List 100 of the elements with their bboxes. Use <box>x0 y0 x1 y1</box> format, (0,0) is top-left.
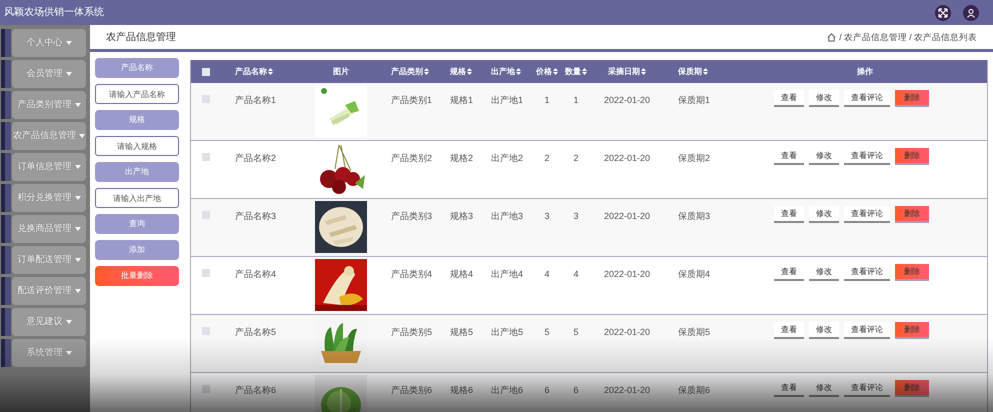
sidebar-item-marker <box>1 153 11 181</box>
table-cell: 出产地5 <box>491 327 524 337</box>
row-action-button[interactable]: 查看评论 <box>844 264 890 281</box>
table-cell: 产品名称2 <box>235 153 276 163</box>
row-action-button[interactable]: 查看 <box>774 264 804 281</box>
sidebar-item-marker <box>1 215 11 243</box>
caret-icon <box>66 351 72 355</box>
delete-button[interactable]: 删除 <box>895 206 929 223</box>
row-action-button[interactable]: 查看 <box>774 322 804 339</box>
search-field[interactable]: 请输入产品名称 <box>95 84 179 104</box>
caret-icon <box>79 134 85 138</box>
row-checkbox[interactable] <box>202 153 210 161</box>
table-cell: 保质期1 <box>678 95 710 105</box>
row-action-button[interactable]: 修改 <box>809 322 839 339</box>
table-cell: 出产地6 <box>491 385 524 395</box>
column-header[interactable]: 数量 <box>565 66 587 78</box>
search-field[interactable]: 请输入规格 <box>95 136 179 156</box>
row-checkbox[interactable] <box>202 269 210 277</box>
table-cell: 6 <box>544 385 550 395</box>
delete-button[interactable]: 删除 <box>895 90 929 107</box>
caret-icon <box>74 227 80 231</box>
row-action-button[interactable]: 查看 <box>774 90 804 107</box>
row-action-button[interactable]: 查看评论 <box>844 206 890 223</box>
column-header[interactable]: 操作 <box>857 66 873 78</box>
row-action-button[interactable]: 查看 <box>774 380 804 397</box>
caret-icon <box>74 196 80 200</box>
sidebar-item[interactable]: 订单信息管理 <box>12 153 86 181</box>
row-action-button[interactable]: 查看评论 <box>844 380 890 397</box>
column-header[interactable]: 规格 <box>450 66 472 78</box>
row-action-button[interactable]: 查看评论 <box>844 90 890 107</box>
delete-button[interactable]: 删除 <box>895 380 929 397</box>
column-header[interactable]: 产品名称 <box>235 66 273 78</box>
search-field[interactable]: 请输入出产地 <box>95 188 179 208</box>
table-cell: 产品类别3 <box>391 211 432 221</box>
table-cell: 保质期2 <box>678 153 710 163</box>
column-header[interactable]: 价格 <box>536 66 558 78</box>
table-cell: 1 <box>573 95 578 105</box>
column-header[interactable]: 出产地 <box>491 66 521 78</box>
table-cell: 2022-01-20 <box>604 153 650 163</box>
caret-icon <box>66 72 72 76</box>
sidebar-item[interactable]: 个人中心 <box>12 29 86 57</box>
row-action-button[interactable]: 查看评论 <box>844 322 890 339</box>
column-header[interactable]: 产品类别 <box>391 66 429 78</box>
row-action-button[interactable]: 修改 <box>809 206 839 223</box>
sidebar-item[interactable]: 订单配送管理 <box>12 246 86 274</box>
table-cell: 产品名称1 <box>235 95 276 105</box>
sidebar-item[interactable]: 积分兑换管理 <box>12 184 86 212</box>
caret-icon <box>74 289 80 293</box>
delete-button[interactable]: 删除 <box>895 264 929 281</box>
table-cell: 规格3 <box>450 211 474 221</box>
column-header[interactable]: 图片 <box>333 66 349 78</box>
delete-button[interactable]: 删除 <box>895 148 929 165</box>
table-cell: 2 <box>544 153 550 163</box>
caret-icon <box>74 165 80 169</box>
fullscreen-button[interactable] <box>935 4 951 20</box>
sidebar-item-marker <box>1 29 11 57</box>
table-cell: 产品类别4 <box>391 269 432 279</box>
table-cell: 产品名称6 <box>235 385 276 395</box>
table-cell: 规格4 <box>450 269 474 279</box>
row-action-button[interactable]: 查看 <box>774 148 804 165</box>
caret-icon <box>66 320 72 324</box>
sidebar-item[interactable]: 系统管理 <box>12 339 86 367</box>
row-checkbox[interactable] <box>202 95 210 103</box>
caret-icon <box>74 103 80 107</box>
row-action-button[interactable]: 修改 <box>809 90 839 107</box>
sidebar-item[interactable]: 农产品信息管理 <box>12 122 86 150</box>
user-button[interactable] <box>963 4 979 20</box>
sidebar-item-marker <box>1 277 11 305</box>
home-icon[interactable] <box>827 32 836 42</box>
sidebar-item[interactable]: 兑换商品管理 <box>12 215 86 243</box>
sidebar-item[interactable]: 配送评价管理 <box>12 277 86 305</box>
user-icon <box>966 8 976 18</box>
sidebar-item-marker <box>1 308 11 336</box>
sort-icon <box>582 68 587 75</box>
sidebar-item[interactable]: 会员管理 <box>12 60 86 88</box>
row-action-button[interactable]: 查看评论 <box>844 148 890 165</box>
column-header[interactable]: 采摘日期 <box>608 66 646 78</box>
select-all-checkbox[interactable] <box>202 68 210 76</box>
fullscreen-icon <box>938 8 948 18</box>
row-checkbox[interactable] <box>202 211 210 219</box>
sidebar-item[interactable]: 意见建议 <box>12 308 86 336</box>
sort-icon <box>641 68 646 75</box>
table-cell: 出产地1 <box>491 95 524 105</box>
column-header[interactable]: 保质期 <box>678 66 708 78</box>
table-cell: 保质期4 <box>678 269 710 279</box>
delete-button[interactable]: 删除 <box>895 322 929 339</box>
sidebar-item[interactable]: 产品类别管理 <box>12 91 86 119</box>
table-cell: 保质期5 <box>678 327 710 337</box>
table-cell: 规格6 <box>450 385 474 395</box>
table-cell: 2022-01-20 <box>604 327 650 337</box>
row-checkbox[interactable] <box>202 385 210 393</box>
table-cell: 产品名称4 <box>235 269 276 279</box>
table-cell: 产品名称3 <box>235 211 276 221</box>
batch-delete-button[interactable]: 批量删除 <box>95 266 179 286</box>
table-cell: 出产地2 <box>491 153 524 163</box>
table-cell: 2022-01-20 <box>604 95 650 105</box>
table-cell: 3 <box>544 211 550 221</box>
sidebar-item-marker <box>1 184 11 212</box>
row-action-button[interactable]: 查看 <box>774 206 804 223</box>
row-checkbox[interactable] <box>202 327 210 335</box>
